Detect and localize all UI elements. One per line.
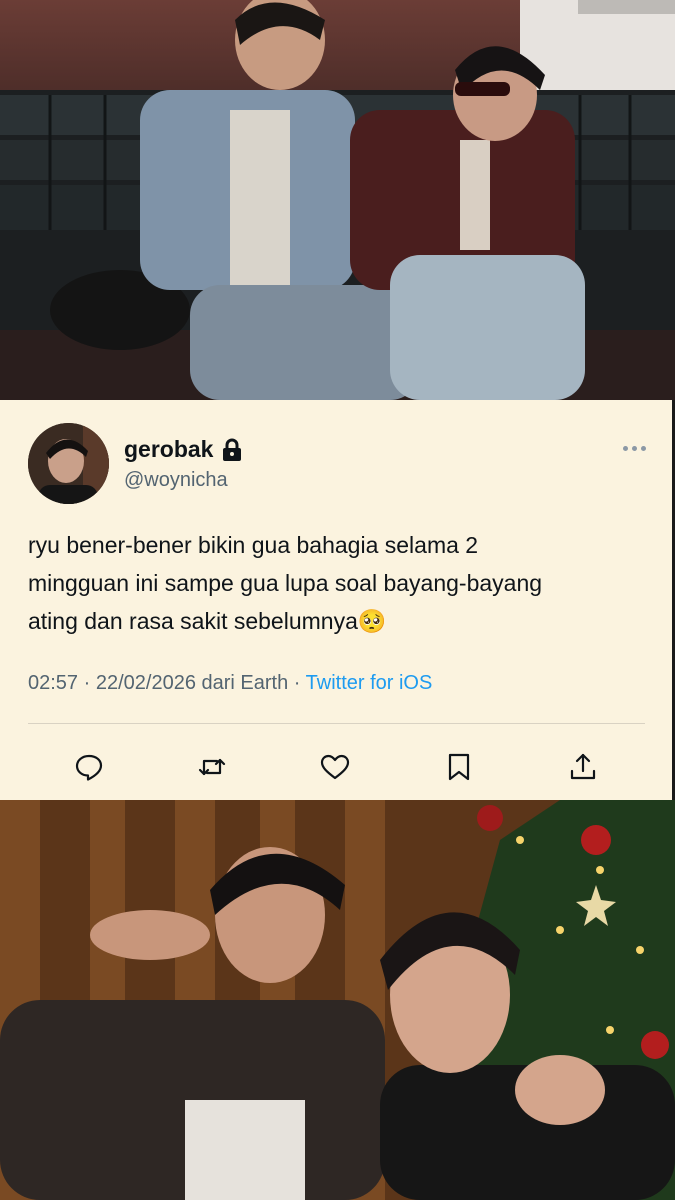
- display-name-row: gerobak: [124, 436, 243, 463]
- tweet-text: ryu bener-bener bikin gua bahagia selama…: [28, 532, 543, 634]
- meta-separator-2: ·: [288, 672, 306, 694]
- bottom-photo: [0, 800, 675, 1200]
- tweet-card: gerobak @woynicha ryu bener-bener bikin …: [0, 400, 675, 800]
- lock-icon: [221, 438, 243, 462]
- meta-separator: ·: [78, 672, 96, 694]
- more-icon[interactable]: [620, 442, 648, 454]
- share-icon[interactable]: [565, 749, 601, 785]
- top-photo: [0, 0, 675, 400]
- reply-icon[interactable]: [71, 749, 107, 785]
- action-bar: [0, 749, 675, 785]
- divider: [28, 723, 645, 724]
- tweet-time[interactable]: 02:57: [28, 672, 78, 694]
- like-icon[interactable]: [317, 749, 353, 785]
- tweet-meta: 02:57 · 22/02/2026 dari Earth · Twitter …: [28, 672, 432, 695]
- avatar[interactable]: [28, 423, 109, 504]
- tweet-source[interactable]: Twitter for iOS: [306, 672, 433, 694]
- tweet-date[interactable]: 22/02/2026: [96, 672, 196, 694]
- tweet-location: dari Earth: [195, 672, 289, 694]
- bookmark-icon[interactable]: [441, 749, 477, 785]
- display-name[interactable]: gerobak: [124, 436, 213, 463]
- user-handle[interactable]: @woynicha: [124, 469, 228, 492]
- retweet-icon[interactable]: [194, 749, 230, 785]
